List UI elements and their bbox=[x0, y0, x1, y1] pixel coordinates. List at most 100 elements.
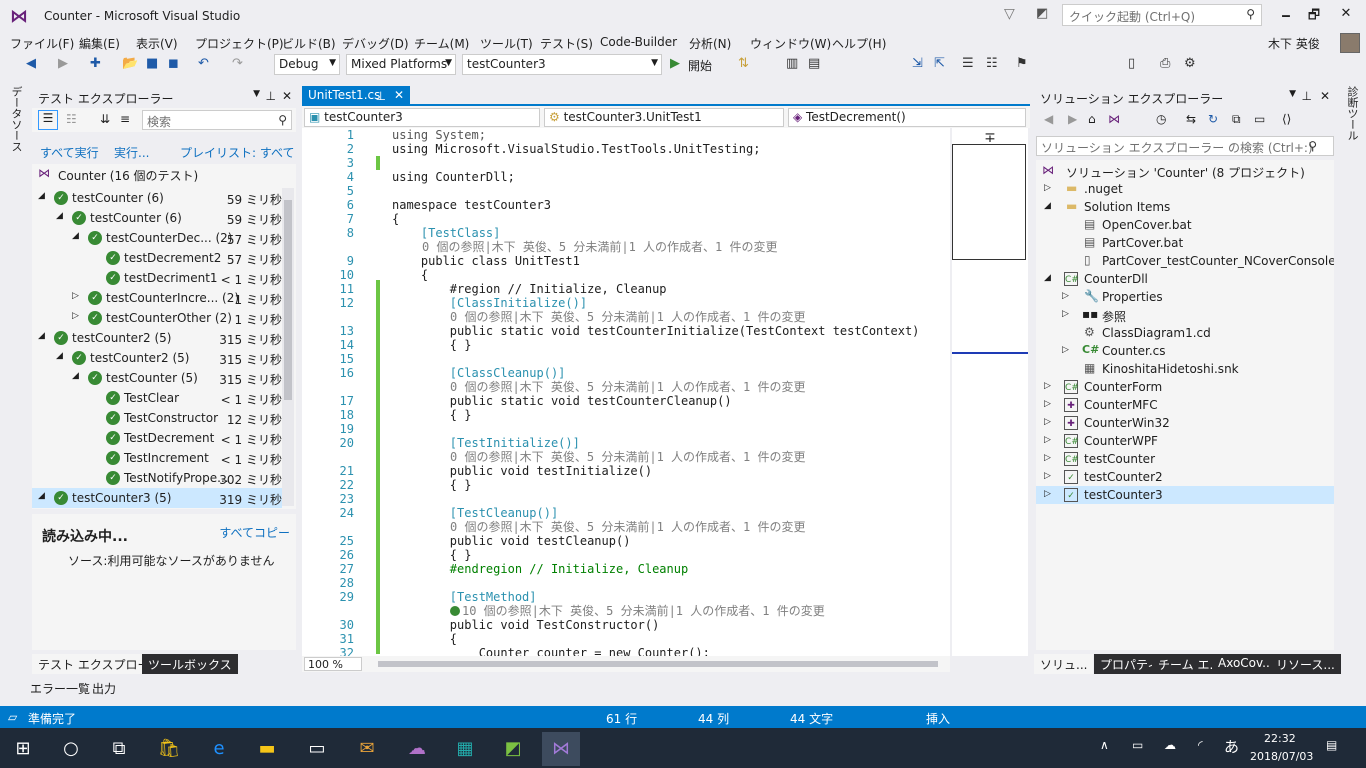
home-icon[interactable]: ⌂ bbox=[1088, 112, 1096, 126]
close-icon[interactable]: ✕ bbox=[282, 89, 292, 103]
forward-icon[interactable]: ▶ bbox=[58, 56, 68, 71]
expand-icon[interactable]: ▷ bbox=[72, 291, 79, 301]
test-tree-scroll-thumb[interactable] bbox=[284, 200, 292, 400]
cortana-icon[interactable]: ○ bbox=[52, 732, 90, 766]
menu-project[interactable]: プロジェクト(P) bbox=[195, 35, 284, 52]
onedrive-icon[interactable]: ☁ bbox=[398, 732, 436, 766]
tree-item[interactable]: ▷ ✚ CounterMFC bbox=[1036, 396, 1334, 414]
tree-item[interactable]: ▷ C# testCounter bbox=[1036, 450, 1334, 468]
page-icon[interactable]: ▯ bbox=[1128, 56, 1135, 71]
clock-time[interactable]: 22:32 bbox=[1264, 732, 1296, 745]
nav-class-select[interactable]: ⚙ testCounter3.UnitTest1 bbox=[544, 108, 784, 127]
chevron-down-icon[interactable]: ▼ bbox=[253, 89, 260, 99]
nav-project-select[interactable]: ▣ testCounter3 bbox=[304, 108, 540, 127]
refresh-icon[interactable]: ↻ bbox=[1208, 112, 1218, 126]
collapse-icon[interactable]: ◢ bbox=[72, 371, 79, 381]
copy-all-link[interactable]: すべてコピー bbox=[219, 524, 290, 541]
test-row[interactable]: ◢ ✓ testCounter (5) 315 ミリ秒 bbox=[32, 368, 282, 388]
tree-item[interactable]: ▷ ✓ testCounter2 bbox=[1036, 468, 1334, 486]
ime-indicator[interactable]: あ bbox=[1224, 736, 1239, 757]
windows-start-icon[interactable]: ⊞ bbox=[4, 732, 42, 766]
tree-item[interactable]: ▦ KinoshitaHidetoshi.snk bbox=[1036, 360, 1334, 378]
expand-icon[interactable]: ▷ bbox=[1044, 435, 1051, 445]
group-by-icon[interactable]: ☰ bbox=[38, 110, 58, 130]
expand-icon[interactable]: ▷ bbox=[72, 311, 79, 321]
nav-member-select[interactable]: ◈ TestDecrement() bbox=[788, 108, 1026, 127]
collapse-icon[interactable]: ◢ bbox=[72, 231, 79, 241]
run-link[interactable]: 実行... bbox=[114, 144, 149, 161]
tab-resources[interactable]: リソース... bbox=[1270, 654, 1341, 674]
test-passed-icon[interactable] bbox=[450, 606, 460, 616]
menu-build[interactable]: ビルド(B) bbox=[282, 35, 336, 52]
cloud-icon[interactable]: ☁ bbox=[1164, 738, 1176, 752]
minimap-viewport[interactable] bbox=[952, 144, 1026, 260]
startup-project-select[interactable]: testCounter3 ▼ bbox=[462, 54, 662, 75]
store-icon[interactable]: 🛍 bbox=[150, 732, 188, 766]
save-icon[interactable]: ■ bbox=[146, 56, 158, 71]
test-row[interactable]: ✓ TestDecrement < 1 ミリ秒 bbox=[32, 428, 282, 448]
data-sources-tab[interactable]: データソース bbox=[8, 86, 24, 152]
tab-unittest1[interactable]: UnitTest1.cs ⊥ ✕ bbox=[302, 86, 410, 106]
expand-icon[interactable]: ▷ bbox=[1044, 471, 1051, 481]
zoom-select[interactable]: 100 % bbox=[304, 657, 362, 671]
editor-hscroll[interactable]: 100 % bbox=[302, 656, 950, 672]
start-button-label[interactable]: 開始 bbox=[688, 57, 712, 74]
rebuild-icon[interactable]: ▤ bbox=[808, 56, 820, 71]
show-all-files-icon[interactable]: ▭ bbox=[1254, 112, 1265, 126]
sync-icon[interactable]: ⇆ bbox=[1186, 112, 1196, 126]
solution-search-input[interactable]: ソリューション エクスプローラー の検索 (Ctrl+:) ⚲ bbox=[1036, 136, 1334, 156]
app-icon[interactable]: ▦ bbox=[446, 732, 484, 766]
close-icon[interactable]: ✕ bbox=[394, 88, 404, 102]
collapse-all-icon[interactable]: ⧉ bbox=[1232, 112, 1241, 127]
expand-icon[interactable]: ▷ bbox=[1044, 417, 1051, 427]
explorer-icon[interactable]: ▬ bbox=[248, 732, 286, 766]
solution-node[interactable]: ⋈ ソリューション 'Counter' (8 プロジェクト) bbox=[1036, 162, 1334, 180]
expand-icon[interactable]: ▷ bbox=[1044, 399, 1051, 409]
codelens[interactable]: 0 個の参照|木下 英俊、5 分未満前|1 人の作成者、1 件の変更 bbox=[450, 450, 805, 464]
new-project-icon[interactable]: ✚ bbox=[90, 56, 101, 71]
undo-icon[interactable]: ↶ bbox=[198, 56, 209, 71]
notification-icon[interactable]: ▤ bbox=[1326, 738, 1337, 752]
print-icon[interactable]: ⎙ bbox=[1160, 56, 1170, 71]
test-row[interactable]: ✓ TestIncrement < 1 ミリ秒 bbox=[32, 448, 282, 468]
test-row[interactable]: ✓ TestClear < 1 ミリ秒 bbox=[32, 388, 282, 408]
tab-error-list[interactable]: エラー一覧 bbox=[30, 680, 90, 697]
menu-debug[interactable]: デバッグ(D) bbox=[342, 35, 409, 52]
task-view-icon[interactable]: ⧉ bbox=[100, 732, 138, 766]
chevron-down-icon[interactable]: ▼ bbox=[1289, 89, 1296, 99]
tree-item[interactable]: ▷ ✓ testCounter3 bbox=[1036, 486, 1334, 504]
indent-icon[interactable]: ☰ bbox=[962, 56, 974, 71]
edge-icon[interactable]: e bbox=[200, 732, 238, 766]
collapse-icon[interactable]: ◢ bbox=[56, 351, 63, 361]
step-icon[interactable]: ⇲ bbox=[912, 56, 923, 71]
tree-item[interactable]: ▷ C# CounterForm bbox=[1036, 378, 1334, 396]
tree-item[interactable]: ⚙ ClassDiagram1.cd bbox=[1036, 324, 1334, 342]
sort-icon[interactable]: ☷ bbox=[66, 112, 77, 126]
test-row[interactable]: ◢ ✓ testCounter (6) 59 ミリ秒 bbox=[32, 208, 282, 228]
collapse-icon[interactable]: ◢ bbox=[56, 211, 63, 221]
visual-studio-taskbar-icon[interactable]: ⋈ bbox=[542, 732, 580, 766]
tree-item[interactable]: ▷ C# CounterWPF bbox=[1036, 432, 1334, 450]
tree-item[interactable]: ▤ PartCover.bat bbox=[1036, 234, 1334, 252]
build-icon[interactable]: ▥ bbox=[786, 56, 798, 71]
feedback-icon[interactable]: ◩ bbox=[1036, 6, 1048, 21]
tree-item[interactable]: ◢ C# CounterDll bbox=[1036, 270, 1334, 288]
pin-icon[interactable]: ⊥ bbox=[266, 89, 276, 103]
columns-icon[interactable]: ≡ bbox=[120, 112, 130, 126]
test-row[interactable]: ✓ testDecriment1 < 1 ミリ秒 bbox=[32, 268, 282, 288]
clock-date[interactable]: 2018/07/03 bbox=[1250, 750, 1313, 763]
codelens[interactable]: 0 個の参照|木下 英俊、5 分未満前|1 人の作成者、1 件の変更 bbox=[450, 380, 805, 394]
test-row[interactable]: ◢ ✓ testCounterDec... (2) 57 ミリ秒 bbox=[32, 228, 282, 248]
collapse-icon[interactable]: ◢ bbox=[38, 191, 45, 201]
expand-icon[interactable]: ▷ bbox=[1044, 489, 1051, 499]
code-editor[interactable]: 1 2 3 4 5 6 7 8 9 10 11 12 13 14 15 16 1… bbox=[302, 128, 950, 656]
avatar[interactable] bbox=[1340, 33, 1360, 53]
test-row[interactable]: ▷ ✓ testCounterIncre... (2) 1 ミリ秒 bbox=[32, 288, 282, 308]
pin-icon[interactable]: ⊥ bbox=[1302, 89, 1312, 103]
expand-icon[interactable]: ▷ bbox=[1044, 183, 1051, 193]
bookmark-icon[interactable]: ⚑ bbox=[1016, 56, 1028, 71]
mail-icon[interactable]: ✉ bbox=[348, 732, 386, 766]
code-minimap[interactable]: ∓ bbox=[952, 128, 1028, 656]
tab-output[interactable]: 出力 bbox=[92, 680, 116, 697]
comment-icon[interactable]: ☷ bbox=[986, 56, 998, 71]
